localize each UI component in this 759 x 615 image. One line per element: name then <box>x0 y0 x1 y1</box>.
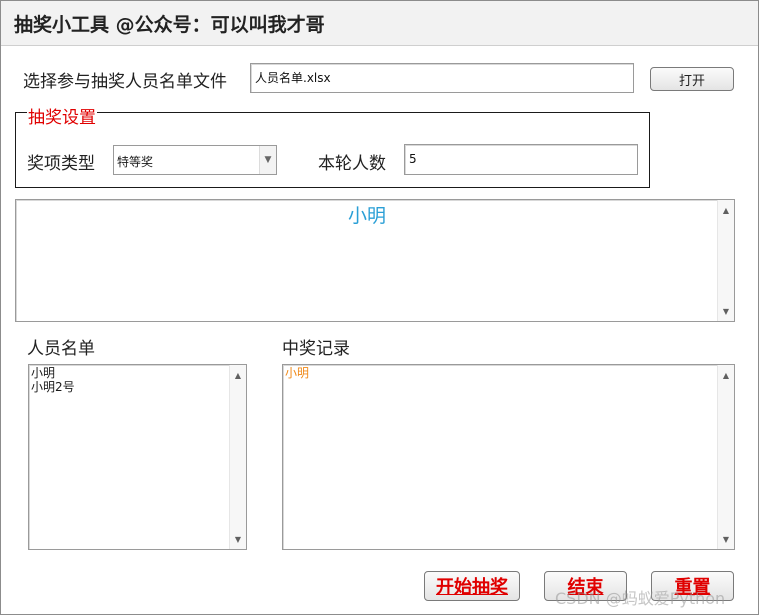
chevron-down-icon[interactable]: ▼ <box>259 146 276 174</box>
scroll-up-icon[interactable]: ▲ <box>230 367 246 383</box>
window-title: 抽奖小工具 @公众号：可以叫我才哥 <box>14 14 325 36</box>
scroll-up-icon[interactable]: ▲ <box>718 367 734 383</box>
prize-type-select[interactable]: 特等奖 ▼ <box>113 145 277 175</box>
list-item[interactable]: 小明 <box>285 366 309 380</box>
roster-items: 小明 小明2号 <box>31 366 75 394</box>
record-items: 小明 <box>285 366 309 380</box>
list-item[interactable]: 小明 <box>31 366 75 380</box>
list-item[interactable]: 小明2号 <box>31 380 75 394</box>
roster-label: 人员名单 <box>27 339 95 359</box>
app-window: 抽奖小工具 @公众号：可以叫我才哥 选择参与抽奖人员名单文件 人员名单.xlsx… <box>0 0 759 615</box>
records-label: 中奖记录 <box>282 339 350 359</box>
roster-scrollbar[interactable]: ▲ ▼ <box>229 365 246 549</box>
settings-group-label: 抽奖设置 <box>27 103 97 128</box>
display-scrollbar[interactable]: ▲ ▼ <box>717 200 734 321</box>
roster-list[interactable]: 小明 小明2号 ▲ ▼ <box>28 364 247 550</box>
scroll-up-icon[interactable]: ▲ <box>718 202 734 218</box>
csdn-watermark: CSDN @蚂蚁爱Python <box>555 589 726 608</box>
records-list[interactable]: 小明 ▲ ▼ <box>282 364 735 550</box>
prize-type-label: 奖项类型 <box>27 154 95 174</box>
file-label: 选择参与抽奖人员名单文件 <box>23 72 227 92</box>
start-draw-button[interactable]: 开始抽奖 <box>424 571 520 601</box>
name-display-panel: 小明 ▲ ▼ <box>15 199 735 322</box>
open-file-button[interactable]: 打开 <box>650 67 734 91</box>
scroll-down-icon[interactable]: ▼ <box>718 531 734 547</box>
current-name-display: 小明 <box>347 205 386 227</box>
title-bar: 抽奖小工具 @公众号：可以叫我才哥 <box>1 1 758 46</box>
count-input[interactable]: 5 <box>404 144 638 175</box>
scroll-down-icon[interactable]: ▼ <box>718 303 734 319</box>
prize-type-value: 特等奖 <box>117 155 154 169</box>
records-scrollbar[interactable]: ▲ ▼ <box>717 365 734 549</box>
scroll-down-icon[interactable]: ▼ <box>230 531 246 547</box>
file-path-input[interactable]: 人员名单.xlsx <box>250 63 634 93</box>
count-label: 本轮人数 <box>318 154 386 174</box>
